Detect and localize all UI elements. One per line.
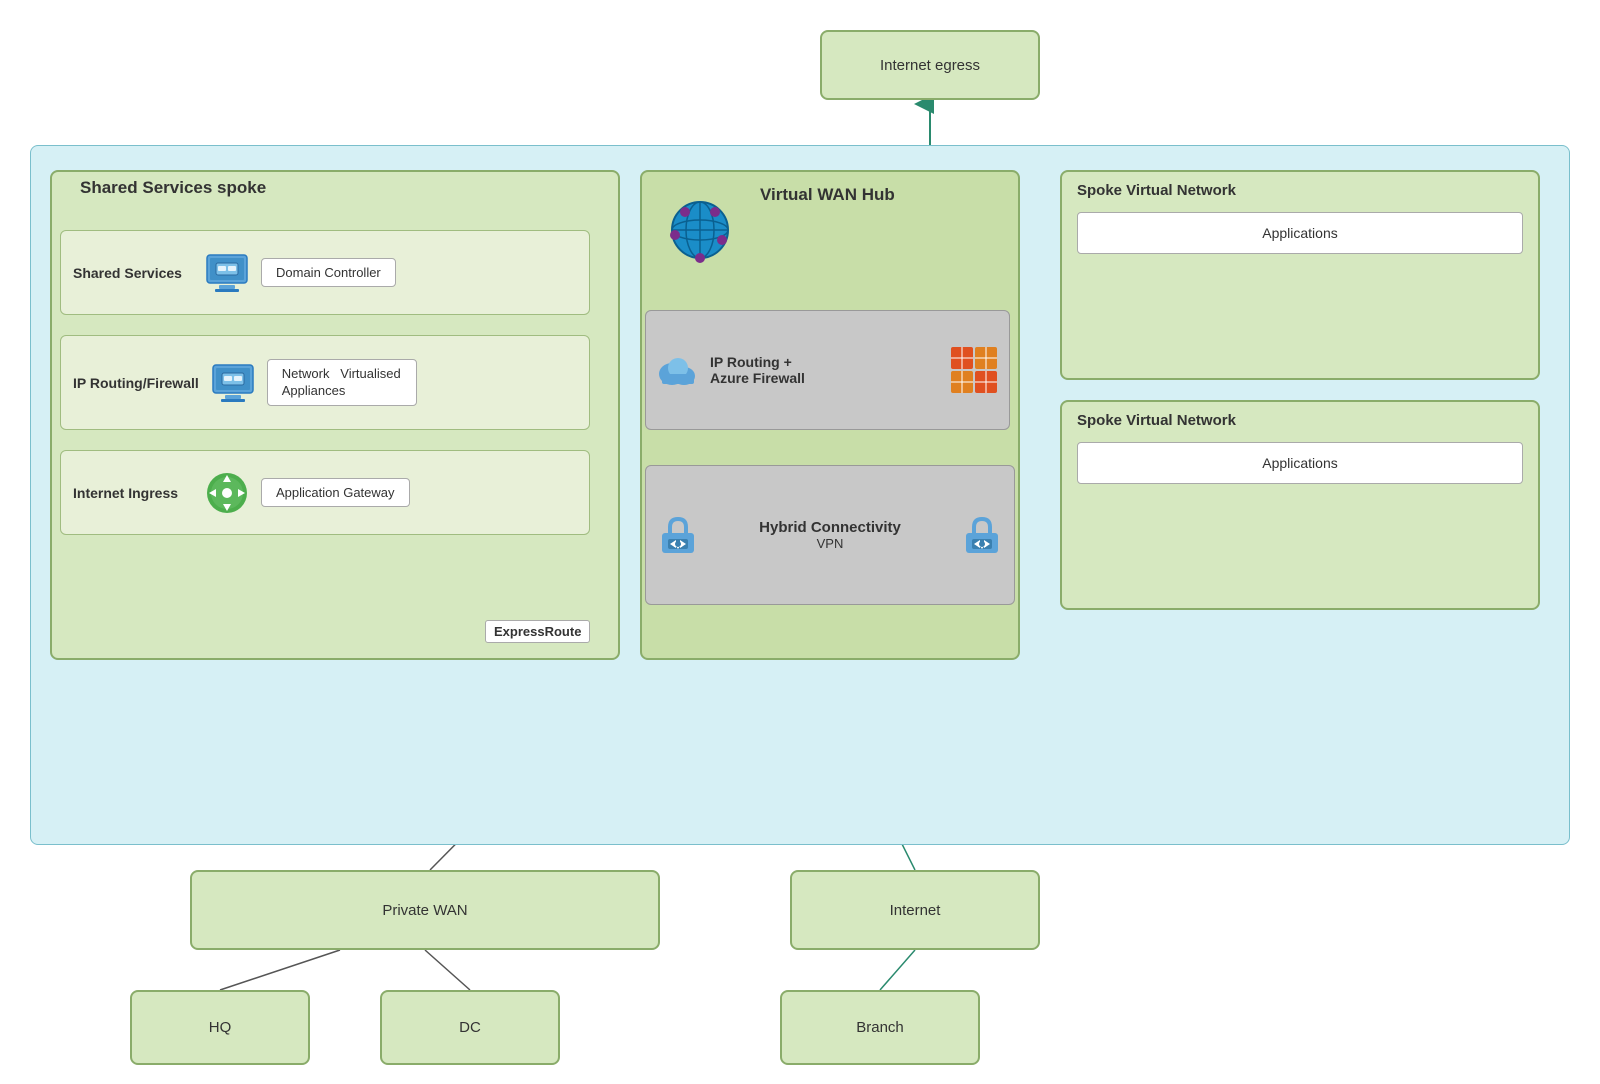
hq-label: HQ bbox=[209, 1019, 232, 1036]
vwan-hub-title: Virtual WAN Hub bbox=[760, 185, 895, 205]
cloud-icon bbox=[656, 352, 700, 388]
internet-ingress-row: Internet Ingress Application Gateway bbox=[60, 450, 590, 535]
dc-box: DC bbox=[380, 990, 560, 1065]
hybrid-vpn-label: VPN bbox=[817, 536, 844, 551]
hybrid-connectivity-box: Hybrid Connectivity VPN bbox=[645, 465, 1015, 605]
spoke-vnet-2: Spoke Virtual Network Applications bbox=[1060, 400, 1540, 610]
domain-controller-box: Domain Controller bbox=[261, 258, 396, 287]
monitor-icon-1 bbox=[203, 249, 251, 297]
gateway-icon bbox=[203, 469, 251, 517]
firewall-icon bbox=[949, 345, 999, 395]
private-wan-label: Private WAN bbox=[382, 902, 467, 919]
branch-label: Branch bbox=[856, 1019, 904, 1036]
lock-icon-right bbox=[960, 513, 1004, 557]
hybrid-connectivity-title: Hybrid Connectivity bbox=[759, 519, 901, 536]
spoke-vnet-1-apps: Applications bbox=[1077, 212, 1523, 254]
spoke-vnet-1: Spoke Virtual Network Applications bbox=[1060, 170, 1540, 380]
internet-ingress-label: Internet Ingress bbox=[73, 485, 193, 501]
hq-box: HQ bbox=[130, 990, 310, 1065]
expressroute-label: ExpressRoute bbox=[485, 620, 590, 643]
private-wan-box: Private WAN bbox=[190, 870, 660, 950]
shared-services-label: Shared Services bbox=[73, 265, 193, 281]
ip-routing-azure-firewall-box: IP Routing +Azure Firewall bbox=[645, 310, 1010, 430]
ip-routing-row: IP Routing/Firewall Network VirtualisedA… bbox=[60, 335, 590, 430]
spoke-vnet-1-label: Spoke Virtual Network bbox=[1062, 172, 1538, 204]
lock-icon-left bbox=[656, 513, 700, 557]
ip-routing-text: IP Routing +Azure Firewall bbox=[710, 354, 939, 386]
internet-egress-box: Internet egress bbox=[820, 30, 1040, 100]
shared-services-row: Shared Services Domain Controller bbox=[60, 230, 590, 315]
spoke-vnet-2-apps: Applications bbox=[1077, 442, 1523, 484]
globe-icon bbox=[660, 190, 740, 270]
monitor-icon-2 bbox=[209, 359, 257, 407]
application-gateway-box: Application Gateway bbox=[261, 478, 410, 507]
spoke-vnet-2-label: Spoke Virtual Network bbox=[1062, 402, 1538, 434]
internet-egress-label: Internet egress bbox=[880, 57, 980, 74]
shared-services-spoke-title: Shared Services spoke bbox=[80, 178, 266, 198]
branch-box: Branch bbox=[780, 990, 980, 1065]
internet-box: Internet bbox=[790, 870, 1040, 950]
internet-label: Internet bbox=[890, 902, 941, 919]
network-appliances-box: Network VirtualisedAppliances bbox=[267, 359, 417, 407]
dc-label: DC bbox=[459, 1019, 481, 1036]
diagram-container: Internet egress Shared Services spoke Sh… bbox=[0, 0, 1600, 1084]
ip-routing-label: IP Routing/Firewall bbox=[73, 375, 199, 391]
